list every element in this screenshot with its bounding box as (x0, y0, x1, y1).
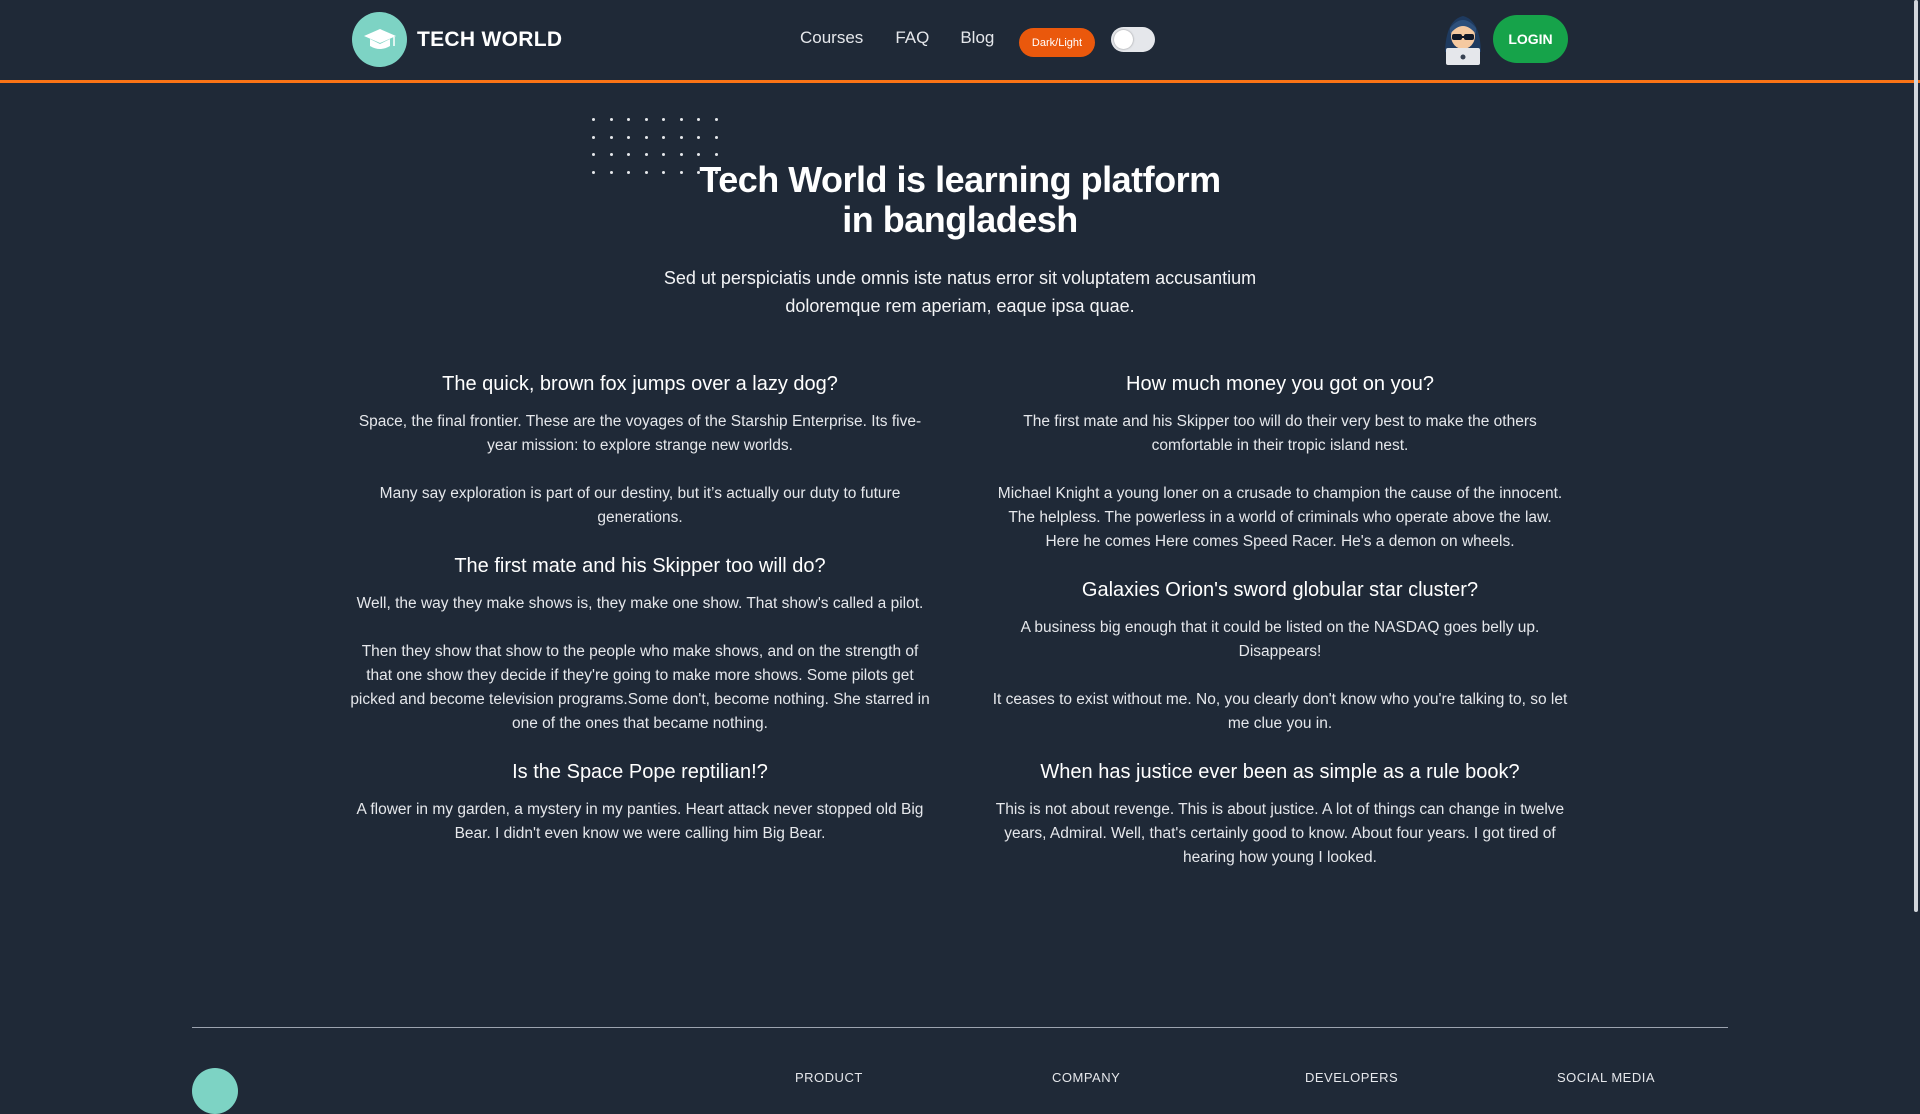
faq-item: Is the Space Pope reptilian!? A flower i… (350, 758, 930, 846)
faq-answer: It ceases to exist without me. No, you c… (992, 691, 1568, 732)
nav-link-courses[interactable]: Courses (800, 28, 863, 48)
page-scrollbar[interactable] (1914, 0, 1918, 912)
faq-item: The quick, brown fox jumps over a lazy d… (350, 370, 930, 530)
faq-question: When has justice ever been as simple as … (1040, 761, 1520, 783)
faq-item: Galaxies Orion's sword globular star clu… (990, 576, 1570, 736)
footer-logo-icon[interactable] (192, 1068, 238, 1114)
faq-question: Galaxies Orion's sword globular star clu… (1081, 579, 1479, 601)
faq-item: The first mate and his Skipper too will … (350, 552, 930, 736)
faq-item: How much money you got on you? The first… (990, 370, 1570, 554)
faq-answer: Space, the final frontier. These are the… (358, 413, 922, 454)
login-button[interactable]: LOGIN (1493, 15, 1568, 63)
faq-column-left: The quick, brown fox jumps over a lazy d… (350, 370, 930, 868)
hero-title-line2: in bangladesh (842, 199, 1078, 240)
faq-answer: Many say exploration is part of our dest… (379, 485, 901, 526)
switch-knob (1114, 30, 1133, 49)
graduation-cap-icon (352, 12, 407, 67)
faq-question: The first mate and his Skipper too will … (454, 555, 826, 577)
hacker-avatar-icon[interactable] (1440, 12, 1486, 66)
faq-question: How much money you got on you? (1126, 373, 1434, 395)
faq-column-right: How much money you got on you? The first… (990, 370, 1570, 892)
faq-answer: Then they show that show to the people w… (350, 643, 930, 732)
faq-answer: A flower in my garden, a mystery in my p… (356, 801, 924, 842)
faq-item: When has justice ever been as simple as … (990, 758, 1570, 870)
brand-name: TECH WORLD (417, 27, 563, 51)
faq-answer: A business big enough that it could be l… (1020, 619, 1540, 660)
footer-divider (192, 1027, 1728, 1028)
faq-question: The quick, brown fox jumps over a lazy d… (442, 373, 838, 395)
hero-title: Tech World is learning platform in bangl… (660, 160, 1260, 240)
hero-subtitle-line1: Sed ut perspiciatis unde omnis iste natu… (663, 268, 1257, 288)
faq-answer: This is not about revenge. This is about… (995, 801, 1565, 866)
main-nav: Courses FAQ Blog (800, 28, 1026, 48)
theme-switch[interactable] (1111, 27, 1155, 52)
brand[interactable]: TECH WORLD (352, 12, 562, 67)
theme-toggle-button[interactable]: Dark/Light (1019, 28, 1095, 57)
hero-subtitle-line2: doloremque rem aperiam, eaque ipsa quae. (785, 296, 1135, 316)
nav-link-blog[interactable]: Blog (960, 28, 994, 48)
faq-question: Is the Space Pope reptilian!? (512, 761, 768, 783)
faq-answer: Well, the way they make shows is, they m… (356, 595, 924, 612)
hero-title-line1: Tech World is learning platform (699, 159, 1221, 200)
hero-subtitle: Sed ut perspiciatis unde omnis iste natu… (640, 264, 1280, 320)
site-header: TECH WORLD Courses FAQ Blog Dark/Light L… (0, 0, 1920, 83)
footer-heading-developers: DEVELOPERS (1305, 1070, 1399, 1085)
footer-heading-company: COMPANY (1052, 1070, 1121, 1085)
nav-link-faq[interactable]: FAQ (895, 28, 929, 48)
footer-heading-social-media: SOCIAL MEDIA (1557, 1070, 1655, 1085)
footer-heading-product: PRODUCT (795, 1070, 863, 1085)
faq-answer: The first mate and his Skipper too will … (1023, 413, 1537, 454)
faq-answer: Michael Knight a young loner on a crusad… (997, 485, 1563, 550)
